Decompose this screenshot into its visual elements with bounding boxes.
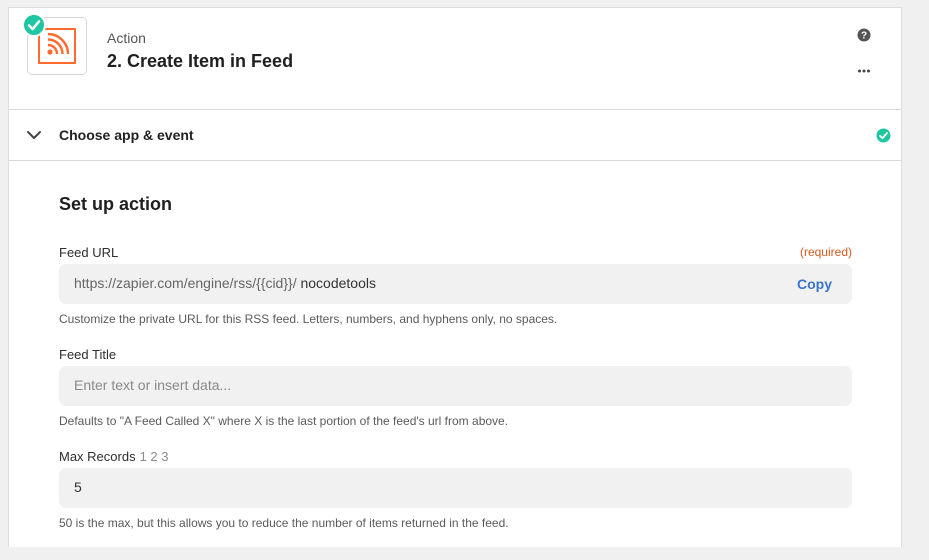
max-records-value: 5 <box>74 479 82 495</box>
feed-url-prefix: https://zapier.com/engine/rss/{{cid}}/ <box>74 275 297 291</box>
max-records-help: 50 is the max, but this allows you to re… <box>59 516 509 530</box>
step-header: Action 2. Create Item in Feed ? <box>9 8 901 110</box>
question-circle-icon[interactable]: ? <box>857 28 871 42</box>
check-circle-icon <box>876 128 891 143</box>
step-panel: Action 2. Create Item in Feed ? Choose a… <box>8 7 902 547</box>
section-label[interactable]: Choose app & event <box>59 127 194 143</box>
feed-title-label: Feed Title <box>59 347 117 362</box>
feed-url-input[interactable]: https://zapier.com/engine/rss/{{cid}}/ n… <box>59 264 852 304</box>
feed-url-label: Feed URL <box>59 245 119 260</box>
chevron-down-icon[interactable] <box>26 127 42 143</box>
feed-url-value: https://zapier.com/engine/rss/{{cid}}/ n… <box>74 275 376 291</box>
right-gutter <box>902 0 929 540</box>
step-title[interactable]: 2. Create Item in Feed <box>107 51 293 72</box>
setup-action-section: Set up action Feed URL (required) https:… <box>9 160 901 560</box>
step-complete-check-icon <box>22 13 46 37</box>
svg-text:?: ? <box>861 31 867 42</box>
max-records-sub: 1 2 3 <box>139 449 169 464</box>
choose-app-event-section[interactable]: Choose app & event <box>9 109 901 161</box>
feed-url-slug[interactable]: nocodetools <box>300 275 376 291</box>
setup-title: Set up action <box>59 194 173 214</box>
feed-url-help: Customize the private URL for this RSS f… <box>59 312 558 326</box>
required-indicator: (required) <box>799 245 852 259</box>
step-kicker: Action <box>107 30 146 46</box>
max-records-label: Max Records 1 2 3 <box>59 449 169 464</box>
feed-title-help: Defaults to "A Feed Called X" where X is… <box>59 414 509 428</box>
max-records-input[interactable]: 5 <box>59 468 852 508</box>
feed-title-input[interactable]: Enter text or insert data... <box>59 366 852 406</box>
more-horizontal-icon[interactable] <box>857 64 871 78</box>
feed-title-placeholder: Enter text or insert data... <box>74 377 232 393</box>
max-records-label-text: Max Records <box>59 449 136 464</box>
copy-button[interactable]: Copy <box>797 276 832 292</box>
